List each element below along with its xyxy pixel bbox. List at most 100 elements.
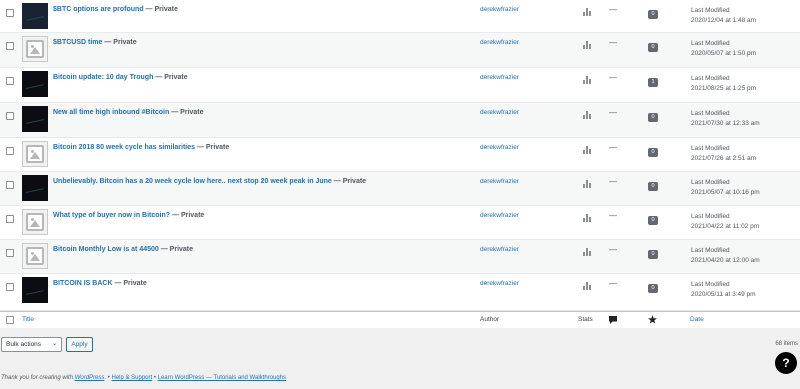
stat-dash: — <box>609 211 617 220</box>
star-icon <box>648 315 657 324</box>
post-thumbnail[interactable] <box>22 71 48 97</box>
comment-count-badge[interactable]: 0 <box>648 284 658 293</box>
stats-bar-icon[interactable] <box>583 8 591 16</box>
post-state: — Private <box>331 178 367 185</box>
footer-help-link[interactable]: Help & Support <box>111 375 152 381</box>
date-value: 2021/07/26 at 2:51 am <box>691 155 757 162</box>
post-author-link[interactable]: derekwfrazier <box>480 109 519 116</box>
footer-wordpress-link[interactable]: WordPress <box>75 375 105 381</box>
post-author-link[interactable]: derekwfrazier <box>480 246 519 253</box>
table-row: Bitcoin update: 10 day Trough — Private d… <box>0 68 800 103</box>
stat-dash: — <box>609 177 617 186</box>
post-title-link[interactable]: Unbelievably. Bitcoin has a 20 week cycl… <box>53 178 332 185</box>
stats-bar-icon[interactable] <box>583 111 591 119</box>
post-title-link[interactable]: $BTCUSD time <box>53 39 102 46</box>
stat-dash: — <box>609 108 617 117</box>
bulk-actions-select[interactable]: Bulk actions ⌄ <box>1 337 62 352</box>
comment-count-badge[interactable]: 0 <box>648 113 658 122</box>
post-author-link[interactable]: derekwfrazier <box>480 74 519 81</box>
post-author-link[interactable]: derekwfrazier <box>480 178 519 185</box>
post-author-link[interactable]: derekwfrazier <box>480 39 519 46</box>
date-value: 2020/12/04 at 1:48 am <box>691 17 757 24</box>
post-author-link[interactable]: derekwfrazier <box>480 280 519 287</box>
column-title-sort[interactable]: Title <box>22 316 34 323</box>
date-label: Last Modified <box>691 247 730 254</box>
post-title-link[interactable]: Bitcoin 2018 80 week cycle has similarit… <box>53 144 195 151</box>
post-date: Last Modified 2021/07/26 at 2:51 am <box>691 144 756 164</box>
post-title-link[interactable]: BITCOIN IS BACK <box>53 280 113 287</box>
row-checkbox[interactable] <box>6 42 14 50</box>
apply-button[interactable]: Apply <box>66 337 93 352</box>
table-row: BITCOIN IS BACK — Private derekwfrazier — 0… <box>0 274 800 311</box>
comment-count-badge[interactable]: 0 <box>648 10 658 19</box>
comment-count-badge[interactable]: 0 <box>648 216 658 225</box>
items-count: 68 items <box>775 341 798 347</box>
placeholder-image-icon[interactable] <box>22 141 48 167</box>
stats-bar-icon[interactable] <box>583 180 591 188</box>
column-date-sort[interactable]: Date <box>690 316 704 323</box>
column-stats: Stats <box>578 316 593 323</box>
stats-bar-icon[interactable] <box>583 214 591 222</box>
row-checkbox[interactable] <box>6 181 14 189</box>
stats-bar-icon[interactable] <box>583 146 591 154</box>
stats-bar-icon[interactable] <box>583 282 591 290</box>
post-thumbnail[interactable] <box>22 106 48 132</box>
image-icon <box>26 145 44 163</box>
post-state: — Private <box>170 212 205 219</box>
row-checkbox[interactable] <box>6 283 14 291</box>
post-state: — Private <box>102 39 137 46</box>
row-checkbox[interactable] <box>6 147 14 155</box>
date-value: 2021/05/07 at 10:16 pm <box>691 189 760 196</box>
comment-count-badge[interactable]: 0 <box>648 148 658 157</box>
post-date: Last Modified 2021/04/22 at 11:02 pm <box>691 212 759 232</box>
table-row: Unbelievably. Bitcoin has a 20 week cycl… <box>0 172 800 206</box>
date-value: 2021/08/25 at 1:25 pm <box>691 85 757 92</box>
post-author-link[interactable]: derekwfrazier <box>480 6 519 13</box>
date-label: Last Modified <box>691 179 730 186</box>
placeholder-image-icon[interactable] <box>22 243 48 269</box>
comment-bubble-icon <box>609 316 617 324</box>
date-label: Last Modified <box>691 75 730 82</box>
placeholder-image-icon[interactable] <box>22 209 48 235</box>
post-title-line: Unbelievably. Bitcoin has a 20 week cycl… <box>53 178 366 185</box>
post-title-line: Bitcoin 2018 80 week cycle has similarit… <box>53 144 229 151</box>
post-thumbnail[interactable] <box>22 277 48 303</box>
post-thumbnail[interactable] <box>22 3 48 29</box>
date-value: 2021/07/30 at 12:33 am <box>691 120 760 127</box>
footer-learn-link[interactable]: Learn WordPress — Tutorials and Walkthro… <box>158 375 286 381</box>
image-icon <box>26 40 44 58</box>
stat-dash: — <box>609 143 617 152</box>
post-thumbnail[interactable] <box>22 175 48 201</box>
post-author-link[interactable]: derekwfrazier <box>480 144 519 151</box>
post-date: Last Modified 2021/04/20 at 12:00 am <box>691 246 760 266</box>
post-title-link[interactable]: Bitcoin update: 10 day Trough <box>53 74 153 81</box>
post-title-link[interactable]: Bitcoin Monthly Low is at 44500 <box>53 246 159 253</box>
date-value: 2021/04/20 at 12:00 am <box>691 257 760 264</box>
date-value: 2020/05/07 at 1:50 pm <box>691 50 757 57</box>
row-checkbox[interactable] <box>6 77 14 85</box>
placeholder-image-icon[interactable] <box>22 36 48 62</box>
table-row: What type of buyer now in Bitcoin? — Pri… <box>0 206 800 240</box>
comment-count-badge[interactable]: 0 <box>648 250 658 259</box>
post-title-link[interactable]: What type of buyer now in Bitcoin? <box>53 212 170 219</box>
post-title-link[interactable]: $BTC options are profound <box>53 6 144 13</box>
stat-dash: — <box>609 279 617 288</box>
stats-bar-icon[interactable] <box>583 76 591 84</box>
post-title-link[interactable]: New all time high inbound #Bitcoin <box>53 109 169 116</box>
comment-count-badge[interactable]: 0 <box>648 43 658 52</box>
stat-dash: — <box>609 245 617 254</box>
row-checkbox[interactable] <box>6 249 14 257</box>
row-checkbox[interactable] <box>6 112 14 120</box>
comment-count-badge[interactable]: 1 <box>648 78 658 87</box>
comment-count-badge[interactable]: 0 <box>648 182 658 191</box>
help-button[interactable]: ? <box>775 352 797 374</box>
stats-bar-icon[interactable] <box>583 41 591 49</box>
stats-bar-icon[interactable] <box>583 248 591 256</box>
row-checkbox[interactable] <box>6 215 14 223</box>
post-author-link[interactable]: derekwfrazier <box>480 212 519 219</box>
post-date: Last Modified 2021/07/30 at 12:33 am <box>691 109 760 129</box>
post-date: Last Modified 2020/12/04 at 1:48 am <box>691 6 756 26</box>
row-checkbox[interactable] <box>6 9 14 17</box>
select-all-checkbox[interactable] <box>6 316 14 324</box>
post-title-line: Bitcoin update: 10 day Trough — Private <box>53 74 188 81</box>
